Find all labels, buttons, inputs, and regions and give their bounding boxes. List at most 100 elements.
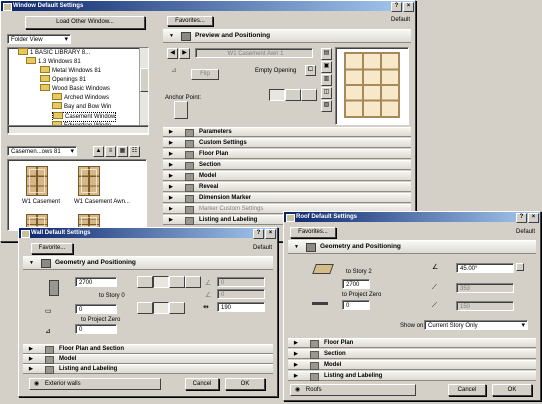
roof-elevation-field[interactable]: 2700	[342, 279, 370, 289]
wall-curved-icon[interactable]	[153, 276, 169, 288]
elevation-field[interactable]: 0	[75, 324, 117, 334]
tree-item[interactable]: 1 BASIC LIBRARY 8...	[18, 48, 90, 57]
load-other-window-button[interactable]: Load Other Window...	[25, 16, 145, 29]
tree-item[interactable]: 1.3 Windows 81	[26, 57, 81, 66]
anchor-point-icon[interactable]	[174, 101, 188, 119]
section-model[interactable]: ▶ Model	[288, 360, 536, 370]
favorites-button[interactable]: Favorite...	[31, 243, 73, 254]
slant-angle-field[interactable]: 0	[217, 277, 265, 287]
ok-button[interactable]: OK	[492, 384, 532, 396]
section-icon	[185, 129, 194, 137]
view-3d-icon[interactable]: ▣	[321, 61, 332, 73]
default-label: Default	[391, 17, 411, 23]
reference-line-right-icon[interactable]	[169, 302, 185, 314]
favorites-button[interactable]: Favorites...	[167, 16, 213, 26]
section-model[interactable]: ▶ Model	[23, 354, 273, 364]
geometry-positioning-header[interactable]: ▼ Geometry and Positioning	[23, 256, 273, 270]
roof-thickness-field[interactable]: 0	[342, 300, 370, 310]
layer-select[interactable]: ◉ Roofs	[290, 384, 416, 396]
wall-dialog-titlebar[interactable]: Wall Default Settings ? ×	[19, 228, 277, 239]
tree-item[interactable]: Arched Windows	[52, 93, 109, 102]
section-listing-labeling[interactable]: ▶ Listing and Labeling	[23, 364, 273, 374]
detail-view-icon[interactable]: ☷	[129, 146, 140, 157]
empty-opening-toggle[interactable]: ⧠	[305, 65, 316, 76]
help-icon[interactable]: ?	[253, 229, 264, 239]
expand-icon: ▶	[29, 346, 33, 352]
window-thumbnail[interactable]	[26, 166, 48, 196]
close-icon[interactable]: ×	[528, 213, 539, 223]
cancel-button[interactable]: Cancel	[185, 378, 219, 390]
reference-line-left-icon[interactable]	[137, 302, 153, 314]
view-side-icon[interactable]: ▤	[321, 48, 332, 60]
wall-trapezoid-icon[interactable]	[169, 276, 185, 288]
ok-button[interactable]: OK	[225, 378, 265, 390]
previous-type-icon[interactable]: ◀	[167, 48, 178, 59]
window-dialog-titlebar[interactable]: Window Default Settings ? ×	[1, 1, 415, 12]
anchor-center-icon[interactable]	[285, 89, 301, 101]
wall-height-field[interactable]: 2700	[75, 277, 117, 287]
section-floor-plan[interactable]: ▶ Floor Plan	[163, 149, 411, 159]
close-icon[interactable]: ×	[403, 2, 414, 12]
wall-polygon-icon[interactable]	[185, 276, 201, 288]
section-floor-plan[interactable]: ▶ Floor Plan	[288, 338, 536, 348]
section-section[interactable]: ▶ Section	[163, 160, 411, 170]
load-other-window-label: Load Other Window...	[56, 19, 114, 25]
help-icon[interactable]: ?	[516, 213, 527, 223]
roof-dim-field-2[interactable]: 150	[456, 301, 514, 311]
base-offset-field[interactable]: 0	[75, 304, 117, 314]
tree-scrollbar-thumb[interactable]	[140, 68, 148, 92]
geometry-positioning-header[interactable]: ▼ Geometry and Positioning	[288, 240, 536, 254]
folder-icon	[26, 57, 36, 64]
view-section-icon[interactable]: ▧	[321, 100, 332, 112]
close-icon[interactable]: ×	[265, 229, 276, 239]
section-section[interactable]: ▶ Section	[288, 349, 536, 359]
anchor-left-icon[interactable]	[269, 89, 285, 101]
tree-item[interactable]: Bay and Bow Win	[52, 102, 111, 111]
to-project-zero-label: to Project Zero	[342, 292, 382, 298]
thumbnail-panel[interactable]: W1 Casement W1 Casement Awn...	[7, 159, 147, 231]
flip-button[interactable]: Flip	[191, 69, 219, 80]
folder-up-icon[interactable]: ▲	[93, 146, 104, 157]
tree-item[interactable]: Metal Windows 81	[40, 66, 101, 75]
cancel-button[interactable]: Cancel	[448, 384, 486, 396]
library-tree[interactable]: 1 BASIC LIBRARY 8... 1.3 Windows 81 Meta…	[7, 47, 149, 135]
layer-select[interactable]: ◉ Exterior walls	[29, 378, 161, 390]
section-listing-labeling[interactable]: ▶ Listing and Labeling	[288, 371, 536, 381]
section-parameters[interactable]: ▶ Parameters	[163, 127, 411, 137]
type-name-field[interactable]: W1 Casement Awn 1	[195, 48, 313, 58]
section-model[interactable]: ▶ Model	[163, 171, 411, 181]
tree-item[interactable]: Wood Basic Windows	[40, 84, 110, 93]
section-floor-plan-and-section[interactable]: ▶ Floor Plan and Section	[23, 344, 273, 354]
view-mode-select[interactable]: Folder View	[7, 34, 71, 44]
tree-scrollbar[interactable]	[139, 48, 148, 134]
section-custom-settings[interactable]: ▶ Custom Settings	[163, 138, 411, 148]
favorites-button[interactable]: Favorites...	[290, 227, 336, 238]
section-dimension-marker[interactable]: ▶ Dimension Marker	[163, 193, 411, 203]
roof-offset-icon: ⟋	[432, 302, 437, 309]
next-type-icon[interactable]: ▶	[179, 48, 190, 59]
angle-unit-toggle[interactable]	[516, 263, 524, 271]
tree-item[interactable]: Openings 81	[40, 75, 86, 84]
show-on-select[interactable]: Current Story Only	[424, 320, 528, 330]
reference-line-center-icon[interactable]	[153, 302, 169, 314]
help-icon[interactable]: ?	[391, 2, 402, 12]
slant-secondary-field[interactable]: 0	[217, 289, 265, 299]
library-folder-select[interactable]: Casemen...ows 81	[7, 146, 77, 156]
preview-positioning-header[interactable]: ▼ Preview and Positioning	[163, 29, 411, 43]
tree-horizontal-scrollbar[interactable]	[7, 125, 149, 134]
list-view-icon[interactable]: ≡	[105, 146, 116, 157]
anchor-right-icon[interactable]	[301, 89, 317, 101]
show-on-label: Show on:	[400, 323, 426, 329]
layer-label: Exterior walls	[44, 381, 81, 387]
thickness-field[interactable]: 190	[217, 302, 265, 312]
view-plan-icon[interactable]: ▥	[321, 74, 332, 86]
roof-dim-field-1[interactable]: 353	[456, 283, 514, 293]
roof-dialog-titlebar[interactable]: Roof Default Settings ? ×	[284, 212, 540, 223]
section-reveal[interactable]: ▶ Reveal	[163, 182, 411, 192]
icon-view-icon[interactable]: ▦	[117, 146, 128, 157]
roof-angle-field[interactable]: 45.00°	[456, 263, 514, 273]
window-section-icon	[181, 32, 191, 41]
window-thumbnail[interactable]	[78, 166, 100, 196]
wall-straight-icon[interactable]	[137, 276, 153, 288]
view-elevation-icon[interactable]: ◫	[321, 87, 332, 99]
